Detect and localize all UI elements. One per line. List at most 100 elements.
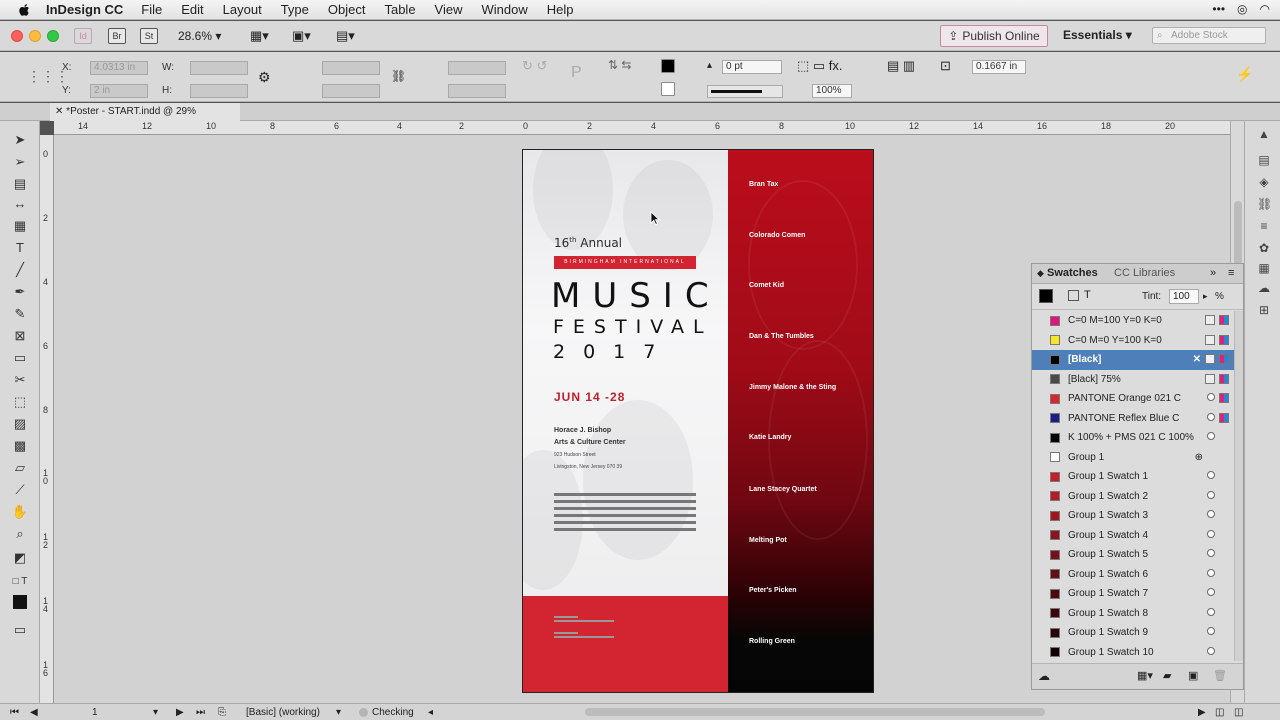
- new-color-group-icon[interactable]: ▰: [1163, 669, 1171, 682]
- swatch-row[interactable]: PANTONE Reflex Blue C: [1032, 409, 1235, 429]
- status-options-icon[interactable]: ◫: [1234, 707, 1243, 718]
- vertical-ruler[interactable]: 0 2 4 6 8 1 0 1 2 1 4 1 6: [40, 135, 54, 703]
- panel-scrollbar[interactable]: [1234, 311, 1243, 661]
- more-icon[interactable]: •••: [1212, 2, 1225, 16]
- menu-layout[interactable]: Layout: [223, 2, 262, 17]
- tab-cc-libraries[interactable]: CC Libraries: [1114, 267, 1175, 279]
- eyedropper-tool-icon[interactable]: ⟋: [11, 481, 29, 499]
- offset-field[interactable]: 0.1667 in: [972, 60, 1026, 74]
- preflight-profile[interactable]: [Basic] (working): [246, 707, 320, 718]
- menu-edit[interactable]: Edit: [181, 2, 203, 17]
- swatch-row[interactable]: PANTONE Orange 021 C: [1032, 389, 1235, 409]
- document-tab[interactable]: ✕ *Poster - START.indd @ 29%: [50, 103, 240, 121]
- color-panel-icon[interactable]: ✿: [1257, 241, 1271, 255]
- menu-window[interactable]: Window: [482, 2, 528, 17]
- text-wrap-icon[interactable]: ▤ ▥: [887, 58, 915, 74]
- character-panel-icon[interactable]: ⊞: [1257, 303, 1271, 317]
- swatch-row[interactable]: Group 1 Swatch 6: [1032, 565, 1235, 585]
- height-field[interactable]: [190, 84, 248, 98]
- pages-panel-icon[interactable]: ▤: [1257, 153, 1271, 167]
- stock-button[interactable]: St: [140, 28, 158, 44]
- shear-field[interactable]: [448, 84, 506, 98]
- minimize-window-button[interactable]: [29, 30, 41, 42]
- container-icon[interactable]: [1068, 290, 1079, 301]
- arrange-documents-icon[interactable]: ▤▾: [336, 28, 355, 44]
- horizontal-scrollbar-thumb[interactable]: [585, 708, 1045, 716]
- stroke-type-select[interactable]: [707, 85, 783, 98]
- swatch-row[interactable]: Group 1 Swatch 7: [1032, 584, 1235, 604]
- tint-input[interactable]: 100: [1169, 289, 1199, 304]
- creative-cloud-icon[interactable]: ◎: [1237, 2, 1247, 16]
- publish-online-button[interactable]: ⇪ Publish Online: [940, 25, 1048, 47]
- zoom-window-button[interactable]: [47, 30, 59, 42]
- swatch-row[interactable]: [Black] 75%: [1032, 370, 1235, 390]
- preflight-menu-icon[interactable]: ▾: [336, 707, 341, 718]
- show-swatch-kinds-icon[interactable]: ▦▾: [1137, 669, 1153, 682]
- swatch-row[interactable]: Group 1 Swatch 2: [1032, 487, 1235, 507]
- swatch-row[interactable]: Group 1 Swatch 1: [1032, 467, 1235, 487]
- screen-mode-tool-icon[interactable]: ▭: [11, 621, 29, 639]
- width-field[interactable]: [190, 61, 248, 75]
- fill-box-icon[interactable]: [1039, 289, 1053, 303]
- menu-table[interactable]: Table: [384, 2, 415, 17]
- annual-heading[interactable]: 16th Annual: [554, 236, 622, 250]
- split-window-icon[interactable]: ◫: [1215, 707, 1224, 718]
- previous-page-icon[interactable]: ◀: [30, 707, 38, 718]
- swatch-row[interactable]: C=0 M=100 Y=0 K=0: [1032, 311, 1235, 331]
- workspace-switcher[interactable]: Essentials ▾: [1063, 28, 1132, 42]
- swatch-row[interactable]: Group 1 Swatch 9: [1032, 623, 1235, 643]
- quick-apply-icon[interactable]: ⚡: [1236, 66, 1253, 83]
- flip-icon[interactable]: ⇅ ⇆: [608, 58, 631, 72]
- y-position-field[interactable]: 2 in: [90, 84, 148, 98]
- constrain-proportions-icon[interactable]: ⚙: [258, 69, 271, 86]
- collapse-dock-icon[interactable]: ▲: [1257, 127, 1271, 141]
- swatch-row[interactable]: [Black] ✕: [1032, 350, 1235, 370]
- menu-type[interactable]: Type: [281, 2, 309, 17]
- rotation-field[interactable]: [448, 61, 506, 75]
- stroke-weight-stepper[interactable]: ▴: [707, 60, 712, 71]
- apple-icon[interactable]: [18, 3, 32, 17]
- gradient-feather-tool-icon[interactable]: ▩: [11, 437, 29, 455]
- placeholder-text-lines[interactable]: [554, 493, 696, 535]
- swatch-row[interactable]: Group 1 Swatch 8: [1032, 604, 1235, 624]
- scroll-right-icon[interactable]: ▶: [1198, 707, 1206, 718]
- zoom-level[interactable]: 28.6% ▾: [178, 29, 221, 43]
- menu-help[interactable]: Help: [547, 2, 574, 17]
- screen-mode-icon[interactable]: ▣▾: [292, 28, 311, 44]
- swatch-row[interactable]: Group 1 Swatch 3: [1032, 506, 1235, 526]
- tab-swatches[interactable]: Swatches: [1047, 267, 1098, 279]
- close-tab-icon[interactable]: ✕: [55, 106, 66, 117]
- band-name[interactable]: Rolling Green: [749, 638, 795, 645]
- scale-y-field[interactable]: [322, 84, 380, 98]
- rectangle-frame-tool-icon[interactable]: ⊠: [11, 327, 29, 345]
- type-tool-icon[interactable]: T: [11, 239, 29, 257]
- swatches-panel-icon[interactable]: ▦: [1257, 261, 1271, 275]
- poster-red-footer[interactable]: [523, 596, 728, 692]
- rectangle-tool-icon[interactable]: ▭: [11, 349, 29, 367]
- stroke-panel-icon[interactable]: ≡: [1257, 219, 1271, 233]
- scissors-tool-icon[interactable]: ✂: [11, 371, 29, 389]
- expand-panel-icon[interactable]: »: [1210, 267, 1216, 279]
- hand-tool-icon[interactable]: ✋: [11, 503, 29, 521]
- collapse-panel-icon[interactable]: ◆: [1037, 268, 1044, 279]
- menu-file[interactable]: File: [141, 2, 162, 17]
- view-options-icon[interactable]: ▦▾: [250, 28, 269, 44]
- venue-city[interactable]: Livingston, New Jersey 070 39: [554, 464, 622, 470]
- new-swatch-icon[interactable]: ▣: [1188, 669, 1198, 682]
- frame-fitting-icon[interactable]: ⬚ ▭ fx.: [797, 58, 843, 74]
- gradient-tool-icon[interactable]: ▨: [11, 415, 29, 433]
- panel-menu-icon[interactable]: ≡: [1228, 267, 1234, 279]
- formatting-affects-icon[interactable]: □ T: [11, 573, 29, 591]
- band-name[interactable]: Dan & The Tumbles: [749, 333, 814, 340]
- poster-page[interactable]: 16th Annual BIRMINGHAM INTERNATIONAL MUS…: [522, 149, 874, 693]
- app-name[interactable]: InDesign CC: [46, 2, 123, 17]
- footer-placeholder-lines[interactable]: [554, 616, 614, 640]
- delete-swatch-icon[interactable]: 🗑: [1213, 669, 1227, 682]
- scale-x-field[interactable]: [322, 61, 380, 75]
- cc-libraries-panel-icon[interactable]: ☁: [1257, 281, 1271, 295]
- title-year[interactable]: 2017: [553, 341, 673, 363]
- venue-name-2[interactable]: Arts & Culture Center: [554, 439, 626, 446]
- layers-panel-icon[interactable]: ◈: [1257, 175, 1271, 189]
- swatch-row[interactable]: Group 1 Swatch 10: [1032, 643, 1235, 663]
- band-name[interactable]: Peter's Picken: [749, 587, 797, 594]
